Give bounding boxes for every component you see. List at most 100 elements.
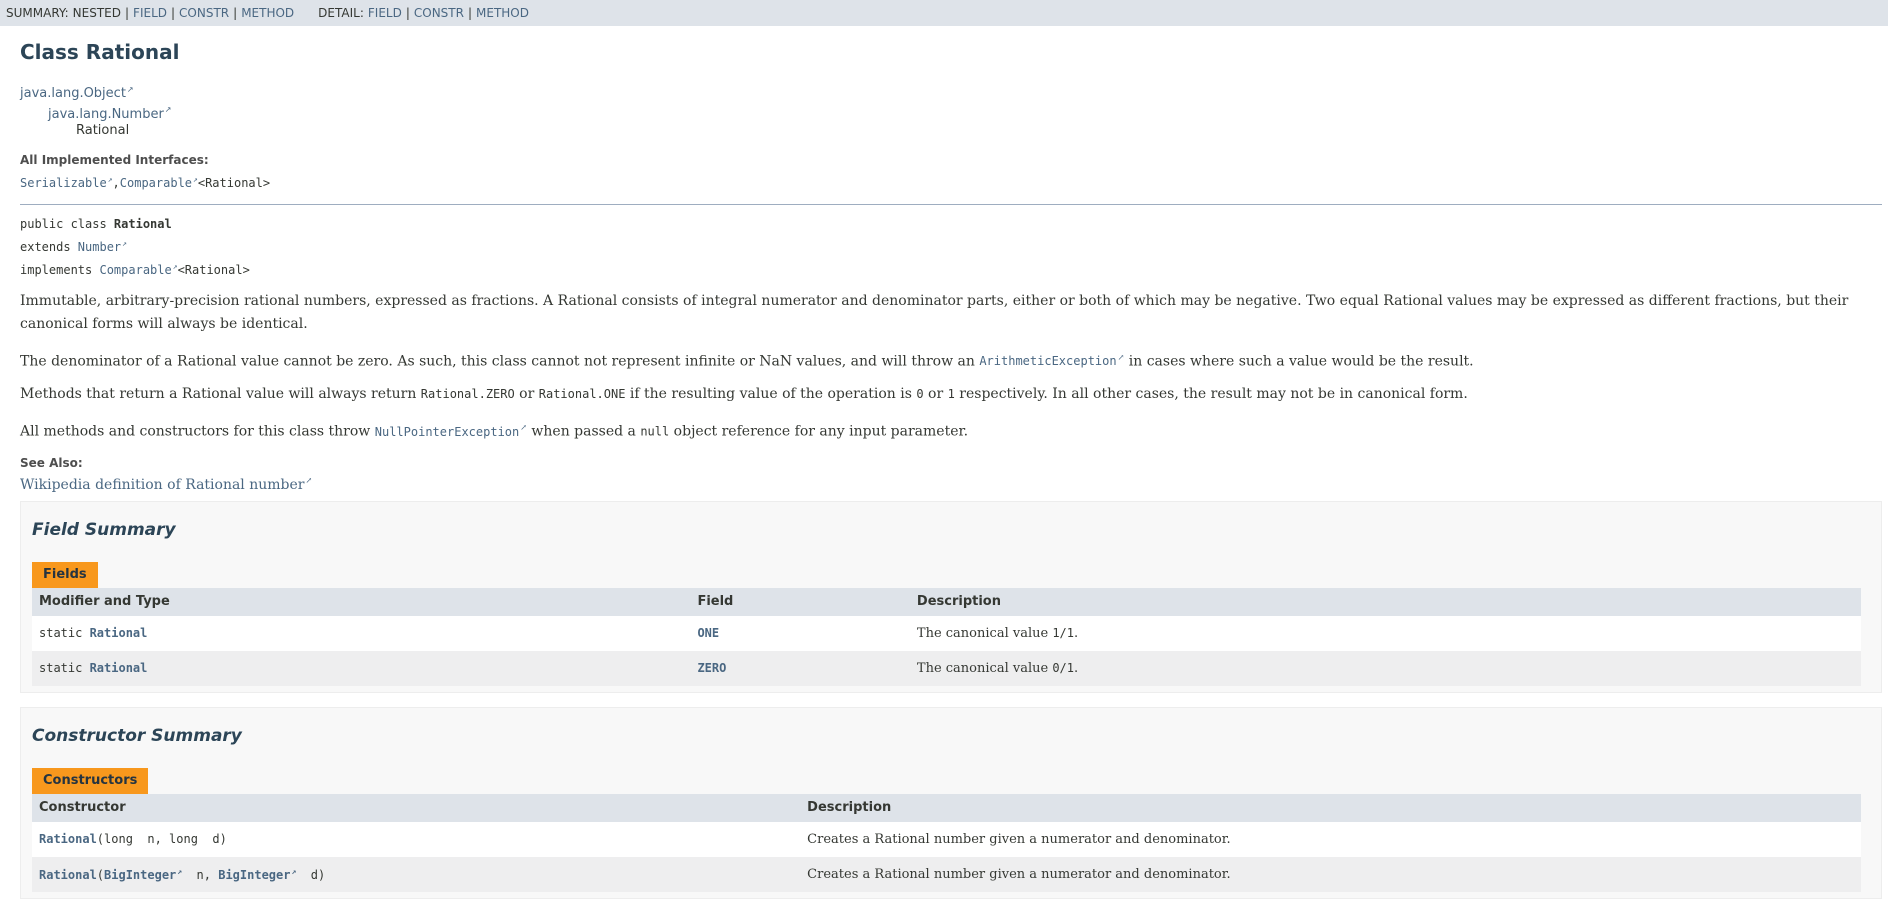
- sig-comparable-type: <Rational>: [177, 262, 250, 277]
- interfaces-comma: ,: [112, 175, 120, 190]
- table-row: Rational(long n, long d) Creates a Ratio…: [32, 821, 1861, 857]
- detail-nav: DETAIL: FIELD | CONSTR | METHOD: [318, 6, 529, 20]
- desc-text: respectively. In all other cases, the re…: [954, 386, 1468, 403]
- table-row: Rational(BigInteger n, BigInteger d) Cre…: [32, 856, 1861, 892]
- params: d): [296, 867, 326, 882]
- detail-label: DETAIL:: [318, 6, 364, 20]
- desc-text: The denominator of a Rational value cann…: [20, 353, 980, 370]
- summary-nav: SUMMARY: NESTED | FIELD | CONSTR | METHO…: [6, 6, 294, 20]
- constructor-summary-heading: Constructor Summary: [32, 725, 242, 746]
- divider: [20, 203, 1882, 205]
- nav-separator: |: [233, 6, 238, 20]
- comparable-type: <Rational>: [197, 175, 271, 190]
- nav-separator: |: [171, 6, 176, 20]
- column-header: Modifier and Type: [32, 587, 691, 616]
- table-row: static Rational ONE The canonical value …: [32, 615, 1861, 651]
- summary-constr-link[interactable]: CONSTR: [179, 6, 229, 20]
- constructors-caption: Constructors: [32, 767, 149, 794]
- constructor-long-link[interactable]: Rational: [39, 832, 97, 846]
- field-zero-link[interactable]: ZERO: [697, 661, 726, 675]
- summary-label: SUMMARY:: [6, 6, 69, 20]
- desc-code: 1/1: [1052, 625, 1074, 640]
- see-also-heading: See Also:: [20, 455, 83, 470]
- constructor-description-cell: Creates a Rational number given a numera…: [800, 856, 1861, 892]
- desc-text: in cases where such a value would be the…: [1124, 353, 1474, 370]
- detail-constr-link[interactable]: CONSTR: [414, 6, 464, 20]
- null-pointer-exception-link[interactable]: NullPointerException: [375, 424, 527, 440]
- fields-caption: Fields: [32, 561, 98, 588]
- field-summary-table: Modifier and Type Field Description stat…: [32, 587, 1861, 686]
- field-type-cell: static Rational: [32, 615, 691, 651]
- number-link[interactable]: java.lang.Number: [48, 107, 172, 122]
- field-type-cell: static Rational: [32, 650, 691, 686]
- object-link[interactable]: java.lang.Object: [20, 86, 134, 101]
- desc-text: or: [923, 386, 948, 403]
- constructor-summary-table: Constructor Description Rational(long n,…: [32, 793, 1861, 892]
- nav-separator: |: [405, 6, 410, 20]
- sub-navigation: SUMMARY: NESTED | FIELD | CONSTR | METHO…: [0, 0, 1888, 26]
- detail-field-link[interactable]: FIELD: [368, 6, 402, 20]
- arithmetic-exception-link[interactable]: ArithmeticException: [979, 353, 1124, 369]
- code-one: 1: [947, 387, 955, 402]
- detail-method-link[interactable]: METHOD: [476, 6, 529, 20]
- field-description-cell: The canonical value 0/1.: [909, 650, 1861, 686]
- desc-code: 0/1: [1052, 660, 1074, 675]
- type-link[interactable]: Rational: [90, 626, 148, 640]
- arithmetic-exception-code: ArithmeticException: [979, 354, 1117, 369]
- field-name-cell: ZERO: [690, 650, 910, 686]
- desc-text: if the resulting value of the operation …: [625, 386, 917, 403]
- desc-text: or: [514, 386, 539, 403]
- constructor-cell: Rational(long n, long d): [32, 821, 801, 857]
- biginteger-link[interactable]: BigInteger: [218, 868, 296, 882]
- constructor-biginteger-link[interactable]: Rational: [39, 868, 97, 882]
- sig-number-link[interactable]: Number: [78, 240, 127, 254]
- summary-nested: NESTED: [72, 6, 121, 20]
- wikipedia-link[interactable]: Wikipedia definition of Rational number: [20, 477, 312, 493]
- sig-extends: extends: [20, 239, 78, 254]
- desc-text: object reference for any input parameter…: [669, 423, 969, 440]
- sig-class-name: Rational: [113, 216, 172, 231]
- serializable-link[interactable]: Serializable: [20, 176, 113, 190]
- constructor-description-cell: Creates a Rational number given a numera…: [800, 821, 1861, 857]
- main-content: Class Rational java.lang.Object java.lan…: [0, 40, 1888, 899]
- summary-method-link[interactable]: METHOD: [241, 6, 294, 20]
- nav-separator: |: [467, 6, 473, 20]
- class-signature: public class Rational extends Number imp…: [20, 215, 1882, 280]
- biginteger-link[interactable]: BigInteger: [104, 868, 182, 882]
- nav-separator: |: [125, 6, 130, 20]
- constructor-summary-section: Constructor Summary Constructors Constru…: [20, 706, 1882, 899]
- column-header: Description: [909, 587, 1861, 616]
- field-one-link[interactable]: ONE: [697, 626, 719, 640]
- column-header: Description: [800, 793, 1861, 822]
- type-link[interactable]: Rational: [90, 661, 148, 675]
- sig-comparable-link[interactable]: Comparable: [99, 263, 177, 277]
- desc-text: The canonical value: [916, 625, 1053, 641]
- field-description-cell: The canonical value 1/1.: [909, 615, 1861, 651]
- modifier: static: [39, 626, 90, 641]
- sig-modifiers: public class: [20, 216, 114, 231]
- desc-text: .: [1074, 625, 1079, 641]
- interfaces-heading: All Implemented Interfaces:: [20, 152, 209, 167]
- code-zero: 0: [916, 387, 924, 402]
- description-p1: Immutable, arbitrary-precision rational …: [20, 292, 1849, 332]
- interfaces-list: Serializable,Comparable<Rational>: [20, 175, 1882, 190]
- inheritance-tree: java.lang.Object java.lang.Number Ration…: [20, 82, 1882, 139]
- field-summary-heading: Field Summary: [32, 519, 176, 540]
- rational-class-node: Rational: [76, 122, 130, 138]
- desc-text: The canonical value: [916, 660, 1053, 676]
- params: n,: [182, 867, 219, 882]
- summary-field-link[interactable]: FIELD: [133, 6, 167, 20]
- modifier: static: [39, 661, 90, 676]
- field-summary-section: Field Summary Fields Modifier and Type F…: [20, 500, 1882, 693]
- constructor-cell: Rational(BigInteger n, BigInteger d): [32, 856, 801, 892]
- params: (: [96, 867, 105, 882]
- comparable-link[interactable]: Comparable: [120, 176, 198, 190]
- column-header: Field: [690, 587, 910, 616]
- description-p2: The denominator of a Rational value cann…: [20, 346, 1882, 374]
- desc-text: Methods that return a Rational value wil…: [20, 386, 421, 403]
- params: (long n, long d): [96, 832, 227, 847]
- page-title: Class Rational: [20, 40, 180, 64]
- sig-implements: implements: [20, 262, 100, 277]
- desc-text: when passed a: [526, 423, 641, 440]
- code-rational-one: Rational.ONE: [538, 387, 626, 402]
